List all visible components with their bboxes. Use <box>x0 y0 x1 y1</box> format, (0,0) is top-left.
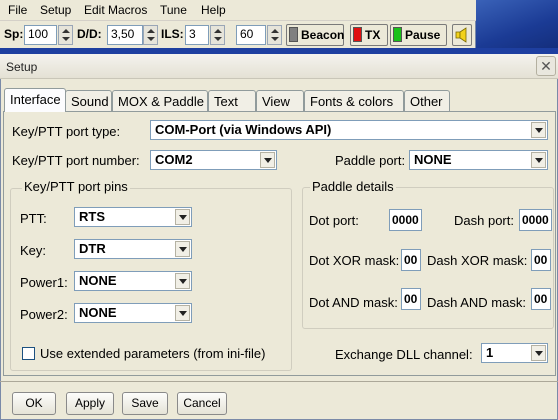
save-button[interactable]: Save <box>122 392 168 415</box>
value-spinner[interactable] <box>267 25 282 45</box>
paddle-port-label: Paddle port: <box>335 153 406 168</box>
dialog-titlebar[interactable] <box>0 54 558 79</box>
power1-pin-select[interactable]: NONE <box>74 271 192 291</box>
footer-separator <box>0 381 558 382</box>
power2-label: Power2: <box>20 307 68 322</box>
dll-channel-label: Exchange DLL channel: <box>335 347 473 362</box>
key-pin-select[interactable]: DTR <box>74 239 192 259</box>
port-number-value: COM2 <box>155 152 193 167</box>
pause-label: Pause <box>405 28 441 42</box>
dll-channel-select[interactable]: 1 <box>481 343 548 363</box>
tx-indicator-icon <box>353 27 362 42</box>
tab-sound[interactable]: Sound <box>65 90 112 111</box>
tab-other[interactable]: Other <box>404 90 450 111</box>
beacon-indicator-icon <box>289 27 298 42</box>
dot-dash-spinner[interactable] <box>143 25 158 45</box>
dash-and-input[interactable]: 00 <box>531 288 551 310</box>
port-number-label: Key/PTT port number: <box>12 153 140 168</box>
dot-port-label: Dot port: <box>309 213 359 228</box>
dot-xor-input[interactable]: 00 <box>401 249 421 271</box>
chevron-down-icon <box>531 122 546 138</box>
speaker-icon <box>455 27 467 43</box>
paddle-details-group-title: Paddle details <box>310 179 396 194</box>
power1-pin-value: NONE <box>79 273 117 288</box>
dot-dash-label: D/D: <box>77 27 102 41</box>
dot-and-input[interactable]: 00 <box>401 288 421 310</box>
ils-input[interactable]: 3 <box>185 25 209 45</box>
dot-xor-label: Dot XOR mask: <box>309 253 400 268</box>
ptt-pin-value: RTS <box>79 209 105 224</box>
chevron-down-icon <box>175 241 190 257</box>
speaker-button[interactable] <box>452 24 472 46</box>
chevron-down-icon <box>260 152 275 168</box>
key-pin-value: DTR <box>79 241 106 256</box>
speed-input[interactable]: 100 <box>24 25 57 45</box>
dll-channel-value: 1 <box>486 345 494 360</box>
port-type-value: COM-Port (via Windows API) <box>155 122 332 137</box>
pause-button[interactable]: Pause <box>390 24 447 46</box>
dash-port-input[interactable]: 0000 <box>519 209 552 231</box>
power2-pin-value: NONE <box>79 305 117 320</box>
port-type-select[interactable]: COM-Port (via Windows API) <box>150 120 548 140</box>
menu-bar: File Setup Edit Macros Tune Help <box>0 0 476 21</box>
ptt-pin-select[interactable]: RTS <box>74 207 192 227</box>
ok-button[interactable]: OK <box>12 392 56 415</box>
ext-params-checkbox[interactable] <box>22 347 35 360</box>
cancel-button[interactable]: Cancel <box>177 392 227 415</box>
close-button[interactable]: ✕ <box>536 56 556 76</box>
menu-tune[interactable]: Tune <box>158 3 189 17</box>
beacon-label: Beacon <box>301 28 345 42</box>
power1-label: Power1: <box>20 275 68 290</box>
dot-dash-input[interactable]: 3,50 <box>107 25 143 45</box>
menu-setup[interactable]: Setup <box>38 3 73 17</box>
desktop-background <box>476 0 558 48</box>
dash-and-label: Dash AND mask: <box>427 295 526 310</box>
menu-edit-macros[interactable]: Edit Macros <box>82 3 149 17</box>
tab-text[interactable]: Text <box>208 90 256 111</box>
ext-params-label: Use extended parameters (from ini-file) <box>40 346 266 361</box>
close-icon: ✕ <box>540 58 552 74</box>
dash-xor-input[interactable]: 00 <box>531 249 551 271</box>
paddle-port-select[interactable]: NONE <box>409 150 548 170</box>
port-pins-group-title: Key/PTT port pins <box>22 179 130 194</box>
apply-button[interactable]: Apply <box>66 392 114 415</box>
tab-view[interactable]: View <box>256 90 304 111</box>
key-label: Key: <box>20 243 47 258</box>
menu-help[interactable]: Help <box>199 3 228 17</box>
chevron-down-icon <box>175 273 190 289</box>
tab-mox-paddle[interactable]: MOX & Paddle <box>112 90 208 111</box>
tx-label: TX <box>365 28 381 42</box>
chevron-down-icon <box>175 305 190 321</box>
beacon-button[interactable]: Beacon <box>286 24 344 46</box>
dot-and-label: Dot AND mask: <box>309 295 398 310</box>
ils-label: ILS: <box>161 27 184 41</box>
tx-button[interactable]: TX <box>350 24 388 46</box>
chevron-down-icon <box>175 209 190 225</box>
dot-port-input[interactable]: 0000 <box>389 209 422 231</box>
chevron-down-icon <box>531 345 546 361</box>
speed-spinner[interactable] <box>58 25 73 45</box>
menu-file[interactable]: File <box>6 3 29 17</box>
port-number-select[interactable]: COM2 <box>150 150 277 170</box>
port-type-label: Key/PTT port type: <box>12 124 121 139</box>
dash-port-label: Dash port: <box>454 213 514 228</box>
dialog-title: Setup <box>6 60 38 74</box>
tab-interface[interactable]: Interface <box>4 88 66 112</box>
tab-fonts-colors[interactable]: Fonts & colors <box>304 90 404 111</box>
power2-pin-select[interactable]: NONE <box>74 303 192 323</box>
dash-xor-label: Dash XOR mask: <box>427 253 528 268</box>
value-input[interactable]: 60 <box>236 25 266 45</box>
pause-indicator-icon <box>393 27 402 42</box>
paddle-port-value: NONE <box>414 152 452 167</box>
chevron-down-icon <box>531 152 546 168</box>
speed-label: Sp: <box>4 27 24 41</box>
ils-spinner[interactable] <box>210 25 225 45</box>
ptt-label: PTT: <box>20 211 47 226</box>
